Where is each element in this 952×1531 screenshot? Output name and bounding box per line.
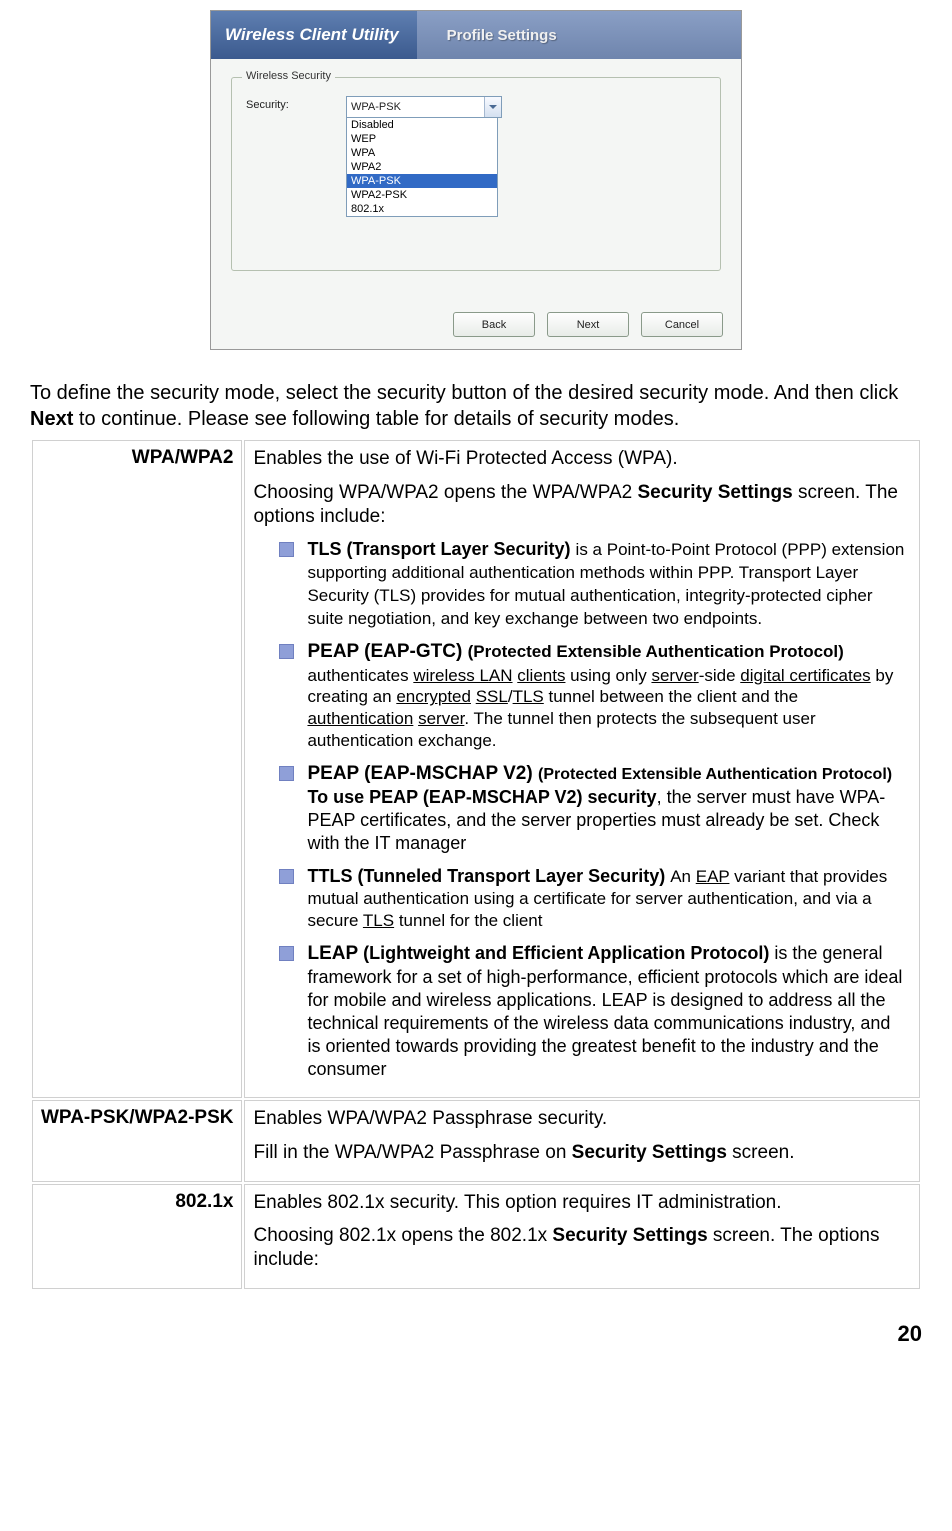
bullet-tls: TLS (Transport Layer Security) is a Poin… <box>279 538 905 630</box>
mode-psk-desc: Enables WPA/WPA2 Passphrase security. Fi… <box>244 1100 920 1182</box>
security-option[interactable]: WPA2-PSK <box>347 188 497 202</box>
security-option[interactable]: WPA-PSK <box>347 174 497 188</box>
back-button[interactable]: Back <box>453 312 535 337</box>
security-combobox-value: WPA-PSK <box>351 101 401 113</box>
bullet-ttls: TTLS (Tunneled Transport Layer Security)… <box>279 865 905 932</box>
tab-title: Profile Settings <box>417 11 741 59</box>
bullet-leap: LEAP (Lightweight and Efficient Applicat… <box>279 942 905 1081</box>
mode-8021x-desc: Enables 802.1x security. This option req… <box>244 1184 920 1289</box>
wireless-security-group: Wireless Security Security: WPA-PSK Disa… <box>231 77 721 271</box>
cancel-button[interactable]: Cancel <box>641 312 723 337</box>
next-button[interactable]: Next <box>547 312 629 337</box>
bullet-peap-mschap: PEAP (EAP-MSCHAP V2) (Protected Extensib… <box>279 762 905 855</box>
group-label: Wireless Security <box>242 70 335 82</box>
app-title: Wireless Client Utility <box>211 11 417 59</box>
intro-paragraph: To define the security mode, select the … <box>30 380 922 432</box>
chevron-down-icon[interactable] <box>484 97 501 117</box>
security-option[interactable]: 802.1x <box>347 202 497 216</box>
app-screenshot: Wireless Client Utility Profile Settings… <box>210 10 742 350</box>
dialog-body: Wireless Security Security: WPA-PSK Disa… <box>211 59 741 349</box>
mode-psk-label: WPA-PSK/WPA2-PSK <box>32 1100 242 1182</box>
mode-wpa-label: WPA/WPA2 <box>32 440 242 1098</box>
security-label: Security: <box>246 96 346 111</box>
security-option[interactable]: WPA <box>347 146 497 160</box>
titlebar: Wireless Client Utility Profile Settings <box>211 11 741 59</box>
security-combobox[interactable]: WPA-PSK <box>346 96 502 118</box>
security-dropdown[interactable]: DisabledWEPWPAWPA2WPA-PSKWPA2-PSK802.1x <box>346 117 498 217</box>
page-number: 20 <box>30 1321 922 1347</box>
bullet-peap-gtc: PEAP (EAP-GTC) (Protected Extensible Aut… <box>279 640 905 751</box>
mode-8021x-label: 802.1x <box>32 1184 242 1289</box>
security-modes-table: WPA/WPA2 Enables the use of Wi-Fi Protec… <box>30 438 922 1291</box>
security-option[interactable]: WEP <box>347 132 497 146</box>
security-option[interactable]: Disabled <box>347 118 497 132</box>
security-option[interactable]: WPA2 <box>347 160 497 174</box>
mode-wpa-desc: Enables the use of Wi-Fi Protected Acces… <box>244 440 920 1098</box>
